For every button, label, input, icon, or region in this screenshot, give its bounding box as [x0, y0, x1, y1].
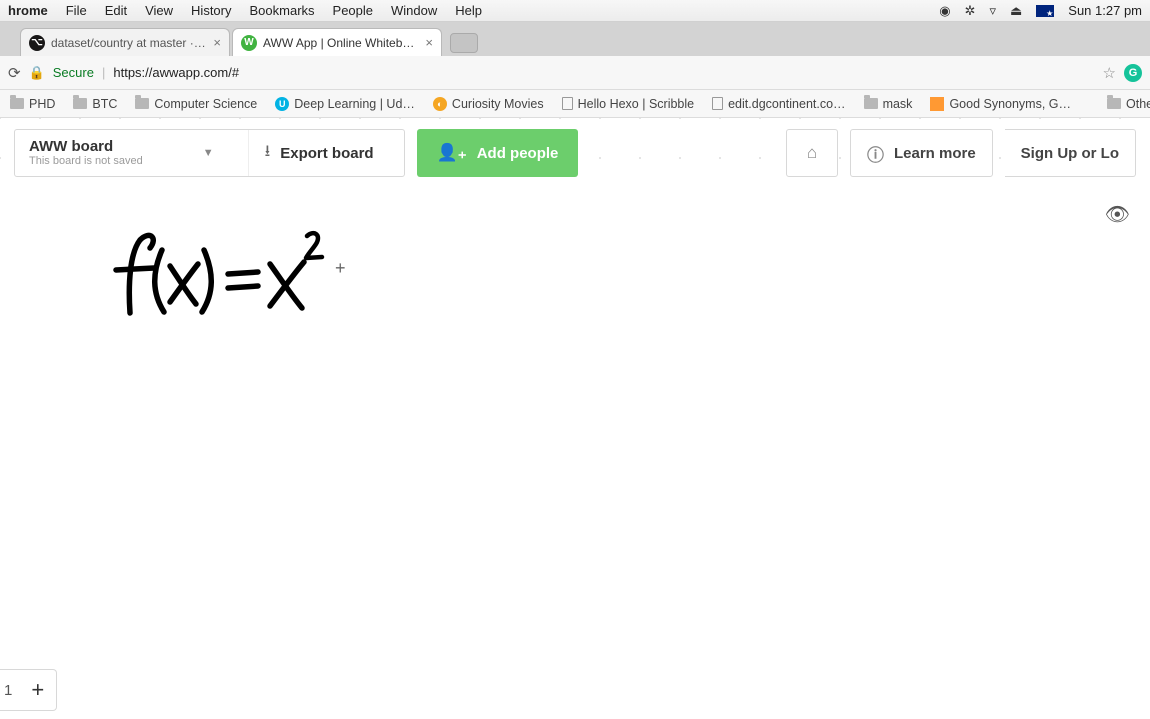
bookmark-cs[interactable]: Computer Science [135, 97, 257, 111]
learn-more-button[interactable]: ⓘ Learn more [850, 129, 993, 177]
folder-icon [10, 98, 24, 109]
eject-icon[interactable]: ⏏ [1010, 3, 1022, 19]
view-eye-icon[interactable]: 👁 [1105, 202, 1130, 227]
zoom-in-button[interactable]: + [18, 677, 56, 703]
bookmark-bar: PHD BTC Computer Science UDeep Learning … [0, 90, 1150, 118]
bookmark-curiosity[interactable]: ◐Curiosity Movies [433, 97, 544, 111]
folder-icon [1107, 98, 1121, 109]
udacity-icon: U [275, 97, 289, 111]
export-board-button[interactable]: ⭳ Export board [248, 130, 390, 176]
bookmark-synonyms[interactable]: Good Synonyms, G… [930, 97, 1071, 111]
menu-edit[interactable]: Edit [105, 3, 127, 18]
handwriting-formula [110, 228, 340, 338]
home-button[interactable]: ⌂ [786, 129, 838, 177]
person-add-icon: 👤₊ [437, 143, 467, 163]
menu-help[interactable]: Help [455, 3, 482, 18]
bookmark-btc[interactable]: BTC [73, 97, 117, 111]
download-icon: ⭳ [265, 140, 271, 167]
folder-icon [73, 98, 87, 109]
board-box: AWW board This board is not saved ▼ ⭳ Ex… [14, 129, 405, 177]
crosshair-cursor-icon: + [335, 258, 346, 279]
bookmark-phd[interactable]: PHD [10, 97, 55, 111]
tab-title: AWW App | Online Whiteboard [263, 36, 419, 50]
bookmark-dgcontinent[interactable]: edit.dgcontinent.co… [712, 97, 845, 111]
zoom-value[interactable]: 1 [0, 682, 18, 699]
github-icon: ⌥ [29, 35, 45, 51]
flag-icon[interactable] [1036, 5, 1054, 17]
menu-people[interactable]: People [333, 3, 373, 18]
folder-icon [135, 98, 149, 109]
tab-title: dataset/country at master · tpo [51, 36, 207, 50]
reload-icon[interactable]: ⟳ [8, 64, 21, 82]
whiteboard-canvas[interactable]: + 👁 1 + [0, 188, 1150, 719]
wechat-icon[interactable]: ✲ [965, 3, 976, 19]
bookmark-hexo[interactable]: Hello Hexo | Scribble [562, 97, 695, 111]
close-tab-icon[interactable]: × [425, 35, 433, 50]
screen-record-icon[interactable]: ◉ [939, 3, 950, 19]
zoom-control: 1 + [0, 669, 57, 711]
grammarly-icon[interactable]: G [1124, 64, 1142, 82]
menu-clock[interactable]: Sun 1:27 pm [1068, 3, 1142, 18]
tab-github[interactable]: ⌥ dataset/country at master · tpo × [20, 28, 230, 56]
mac-menu-bar: hrome File Edit View History Bookmarks P… [0, 0, 1150, 22]
bookmark-other[interactable]: Other B [1107, 97, 1150, 111]
menu-bookmarks[interactable]: Bookmarks [250, 3, 315, 18]
board-title: AWW board [29, 138, 143, 155]
bookmark-deep-learning[interactable]: UDeep Learning | Ud… [275, 97, 415, 111]
synonyms-icon [930, 97, 944, 111]
secure-label: Secure [53, 65, 94, 80]
separator: | [102, 65, 105, 80]
menu-file[interactable]: File [66, 3, 87, 18]
curiosity-icon: ◐ [433, 97, 447, 111]
add-people-button[interactable]: 👤₊ Add people [417, 129, 579, 177]
folder-icon [864, 98, 878, 109]
chevron-down-icon: ▼ [203, 147, 214, 160]
page-icon [562, 97, 573, 110]
board-name-dropdown[interactable]: AWW board This board is not saved ▼ [29, 138, 214, 168]
address-bar: ⟳ 🔒 Secure | https://awwapp.com/# ☆ G [0, 56, 1150, 90]
lock-icon[interactable]: 🔒 [29, 65, 45, 81]
board-subtitle: This board is not saved [29, 155, 143, 168]
bookmark-mask[interactable]: mask [864, 97, 913, 111]
aww-icon: W [241, 35, 257, 51]
tab-strip: ⌥ dataset/country at master · tpo × W AW… [0, 22, 1150, 56]
close-tab-icon[interactable]: × [213, 35, 221, 50]
menu-history[interactable]: History [191, 3, 231, 18]
bookmark-star-icon[interactable]: ☆ [1103, 64, 1116, 82]
tab-aww[interactable]: W AWW App | Online Whiteboard × [232, 28, 442, 56]
url-text[interactable]: https://awwapp.com/# [113, 65, 239, 80]
home-icon: ⌂ [807, 143, 817, 163]
new-tab-button[interactable] [450, 33, 478, 53]
menu-window[interactable]: Window [391, 3, 437, 18]
wifi-icon[interactable]: ▿ [989, 3, 996, 19]
page-icon [712, 97, 723, 110]
menu-view[interactable]: View [145, 3, 173, 18]
app-toolbar: AWW board This board is not saved ▼ ⭳ Ex… [0, 118, 1150, 188]
menu-app-name[interactable]: hrome [8, 3, 48, 18]
signup-login-button[interactable]: Sign Up or Lo [1005, 129, 1136, 177]
info-icon: ⓘ [867, 141, 884, 166]
